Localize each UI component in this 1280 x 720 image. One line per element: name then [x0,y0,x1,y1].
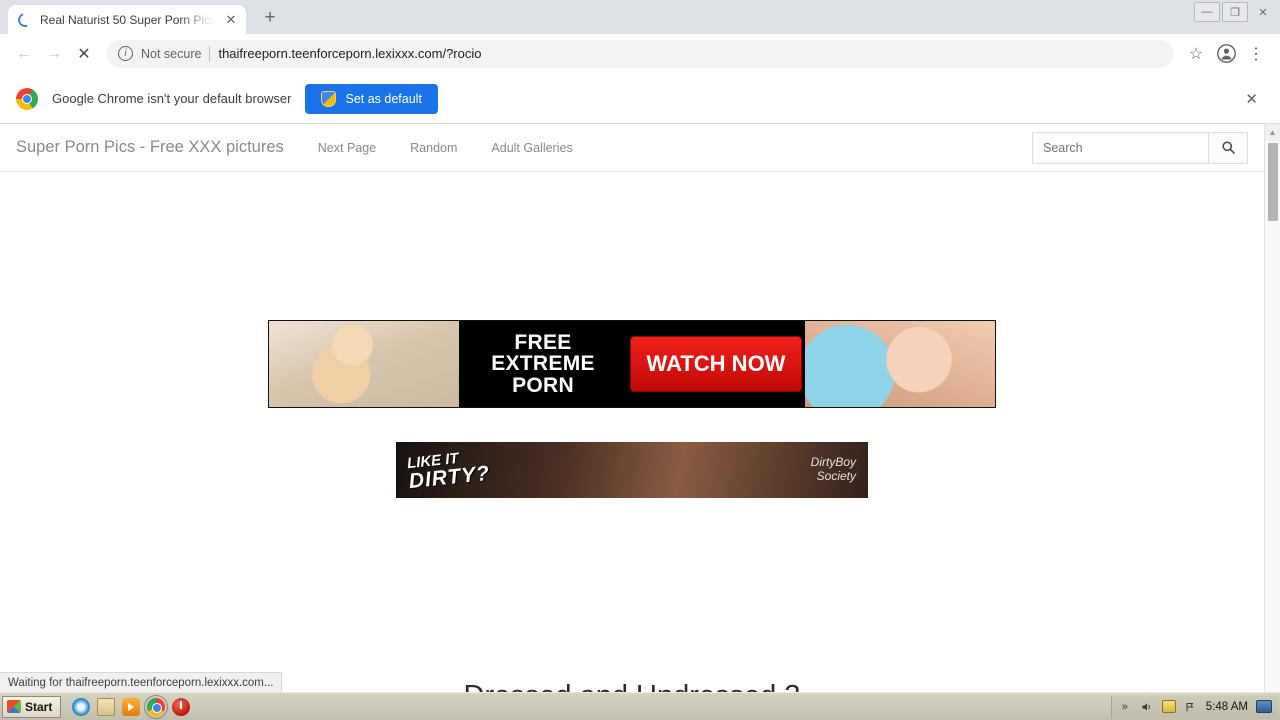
new-tab-button[interactable]: + [256,4,284,32]
profile-avatar-icon[interactable] [1212,40,1240,68]
search-form [1032,131,1248,164]
page-viewport: Super Porn Pics - Free XXX pictures Next… [0,124,1280,692]
start-label: Start [25,699,53,714]
nav-item-next-page[interactable]: Next Page [318,141,376,155]
shield-icon [321,90,337,107]
search-button[interactable] [1208,131,1248,164]
taskbar-clock[interactable]: 5:48 AM [1206,701,1248,713]
windows-flag-icon [7,700,21,713]
volume-icon[interactable] [1140,700,1154,714]
folder-icon[interactable] [97,697,116,716]
chrome-icon[interactable] [144,694,169,719]
stop-loading-button[interactable]: ✕ [70,40,98,68]
quick-launch-bar [72,694,191,719]
banner-headline-line2: EXTREME [491,352,595,376]
security-warning-icon[interactable] [1161,700,1176,713]
tab-strip: Real Naturist 50 Super Porn Pics - Fr ✕ … [0,0,1280,34]
browser-window: Real Naturist 50 Super Porn Pics - Fr ✕ … [0,0,1280,692]
window-controls: — ❐ ✕ [1194,2,1276,22]
site-brand[interactable]: Super Porn Pics - Free XXX pictures [16,138,284,157]
info-icon[interactable]: i [118,46,133,61]
banner-headline-line1: FREE [514,330,572,354]
media-player-icon[interactable] [122,697,141,716]
watch-now-button[interactable]: WATCH NOW [630,337,802,391]
back-button[interactable]: ← [10,40,38,68]
show-desktop-icon[interactable] [1256,700,1272,713]
system-tray: » 5:48 AM [1110,695,1278,718]
banner-photo-left [269,321,459,407]
forward-button[interactable]: → [40,40,68,68]
browser-tab[interactable]: Real Naturist 50 Super Porn Pics - Fr ✕ [8,5,246,34]
divider [209,45,211,62]
default-browser-infobar: Google Chrome isn't your default browser… [0,74,1280,124]
stop-app-icon[interactable] [172,697,191,716]
restore-button[interactable]: ❐ [1222,2,1248,22]
page-scrollbar[interactable]: ▲ [1264,124,1280,692]
infobar-close-icon[interactable]: ✕ [1239,84,1264,114]
scroll-up-arrow-icon[interactable]: ▲ [1264,124,1280,141]
web-page: Super Porn Pics - Free XXX pictures Next… [0,124,1264,692]
internet-explorer-icon[interactable] [72,697,91,716]
banner-headline-line3: PORN [512,373,574,397]
browser-toolbar: ← → ✕ i Not secure thaifreeporn.teenforc… [0,34,1280,74]
banner-headline: FREE EXTREME PORN [459,332,627,396]
banner-cta-wrap: WATCH NOW [627,337,805,391]
start-button[interactable]: Start [2,695,62,718]
chrome-logo-icon [16,87,38,110]
bookmark-star-icon[interactable]: ☆ [1182,40,1210,68]
tab-title: Real Naturist 50 Super Porn Pics - Fr [40,12,214,27]
tab-close-icon[interactable]: ✕ [222,11,240,29]
infobar-message: Google Chrome isn't your default browser [52,91,292,106]
scrollbar-thumb[interactable] [1267,143,1278,221]
search-input[interactable] [1032,131,1208,164]
banner2-headline: LIKE IT DIRTY? [406,448,491,493]
close-window-button[interactable]: ✕ [1250,2,1276,22]
minimize-button[interactable]: — [1194,2,1220,22]
status-bubble: Waiting for thaifreeporn.teenforceporn.l… [0,672,283,692]
set-as-default-button[interactable]: Set as default [305,83,438,114]
set-as-default-label: Set as default [345,91,422,106]
banner-center: FREE EXTREME PORN WATCH NOW [459,321,805,407]
tray-expand-chevron-icon[interactable]: » [1118,700,1132,714]
nav-item-adult-galleries[interactable]: Adult Galleries [491,141,572,155]
address-bar[interactable]: i Not secure thaifreeporn.teenforceporn.… [106,39,1174,68]
banner-ad-free-extreme-porn[interactable]: FREE EXTREME PORN WATCH NOW [268,320,996,408]
banner2-brand-line2: Society [816,469,856,483]
security-status-label: Not secure [141,46,202,61]
nav-item-random[interactable]: Random [410,141,457,155]
chrome-menu-icon[interactable]: ⋮ [1242,40,1270,68]
banner2-brand: DirtyBoy Society [810,455,856,484]
site-header: Super Porn Pics - Free XXX pictures Next… [0,124,1264,172]
loading-spinner-icon [15,10,35,29]
banner2-brand-line1: DirtyBoy [810,455,856,470]
url-text: thaifreeporn.teenforceporn.lexixxx.com/?… [218,46,482,61]
flag-icon[interactable] [1184,700,1198,714]
banner-ad-dirtyboy-society[interactable]: LIKE IT DIRTY? DirtyBoy Society [396,442,868,498]
windows-taskbar: Start » 5:48 AM [0,692,1280,720]
banner-photo-right [805,321,995,407]
